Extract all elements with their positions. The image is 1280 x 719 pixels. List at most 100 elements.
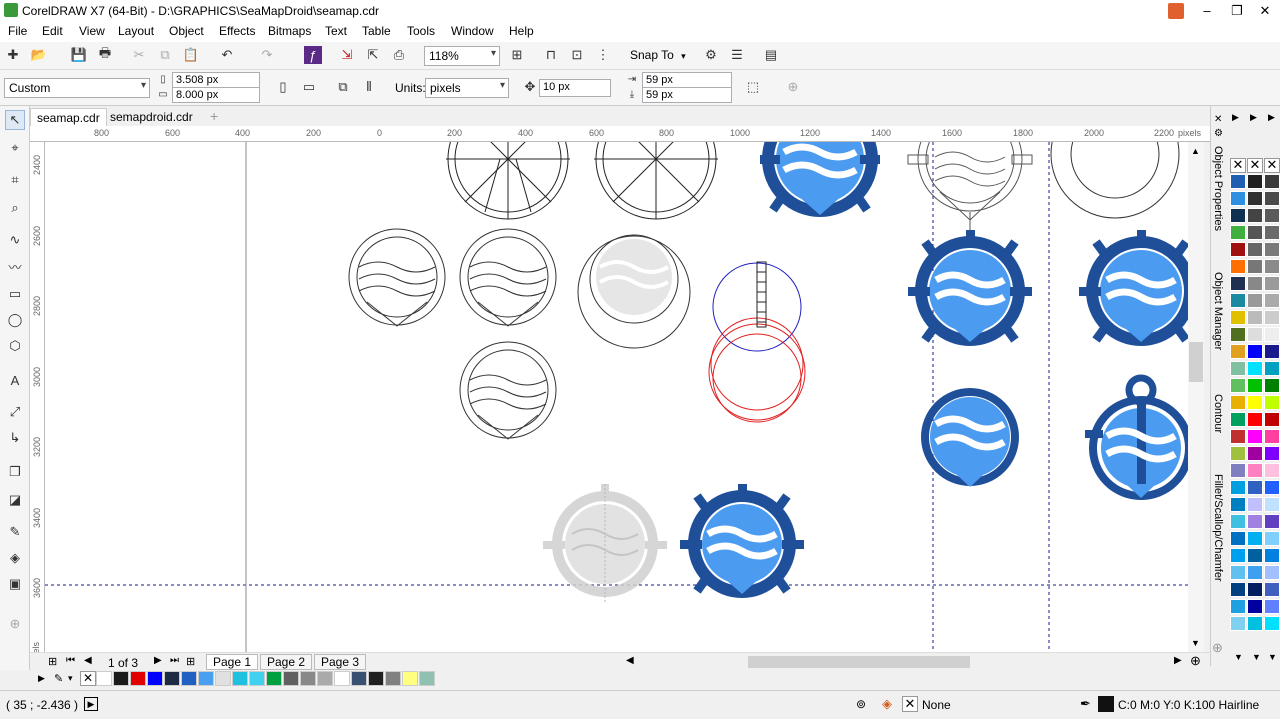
crop-tool-icon[interactable]: ⌗ (5, 170, 25, 190)
no-color-swatch[interactable]: ✕ (1264, 158, 1280, 173)
interactive-fill-icon[interactable]: ◈ (5, 548, 25, 568)
palette-menu-icon[interactable]: ▾ (68, 673, 73, 684)
color-proof-icon[interactable]: ⊚ (856, 697, 866, 711)
palette-swatch[interactable] (1264, 378, 1280, 393)
palette-swatch[interactable] (1247, 344, 1263, 359)
portrait-icon[interactable]: ▯ (274, 78, 292, 96)
landscape-icon[interactable]: ▭ (300, 78, 318, 96)
options-icon[interactable]: ⚙ (702, 46, 720, 64)
palette-swatch[interactable] (1264, 480, 1280, 495)
quick-customize-icon[interactable]: ⊕ (5, 614, 25, 634)
document-palette-swatch[interactable] (198, 671, 214, 686)
eyedropper-icon[interactable]: ✎ (54, 672, 63, 685)
current-page-icon[interactable]: ⫴ (360, 78, 378, 96)
palette-swatch[interactable] (1264, 548, 1280, 563)
play-icon[interactable]: ▶ (84, 697, 98, 711)
palette-swatch[interactable] (1247, 225, 1263, 240)
palette-scroll-right-icon[interactable]: ▶ (1250, 112, 1257, 123)
palette-swatch[interactable] (1264, 616, 1280, 631)
palette-swatch[interactable] (1247, 242, 1263, 257)
sea-icon-outline-3[interactable] (577, 234, 691, 349)
next-page-icon[interactable]: ▶ (154, 655, 162, 666)
palette-swatch[interactable] (1247, 480, 1263, 495)
sea-wheel-logo-2[interactable] (1079, 230, 1188, 346)
page-tab-3[interactable]: Page 3 (314, 654, 367, 670)
page-height-field[interactable]: 8.000 px (172, 87, 260, 103)
menu-help[interactable]: Help (509, 24, 534, 38)
palette-swatch[interactable] (1230, 225, 1246, 240)
align-icon[interactable]: ☰ (728, 46, 746, 64)
tab-seamap[interactable]: seamap.cdr (30, 108, 107, 126)
palette-swatch[interactable] (1247, 616, 1263, 631)
palette-swatch[interactable] (1264, 565, 1280, 580)
palette-swatch[interactable] (1247, 548, 1263, 563)
document-palette-swatch[interactable] (147, 671, 163, 686)
palette-swatch[interactable] (1230, 480, 1246, 495)
vertical-scroll-thumb[interactable] (1189, 342, 1203, 382)
menu-tools[interactable]: Tools (407, 24, 435, 38)
palette-swatch[interactable] (1247, 582, 1263, 597)
palette-swatch[interactable] (1264, 531, 1280, 546)
vertical-scrollbar[interactable]: ▲ ▼ (1188, 142, 1204, 652)
nudge-distance-field[interactable]: 10 px (539, 79, 611, 97)
new-document-icon[interactable]: ✚ (4, 46, 22, 64)
sea-wheel-logo-bottom[interactable] (680, 484, 804, 598)
document-palette-swatch[interactable] (215, 671, 231, 686)
palette-swatch[interactable] (1230, 616, 1246, 631)
new-tab-icon[interactable]: + (210, 108, 218, 124)
palette-swatch[interactable] (1264, 395, 1280, 410)
menu-edit[interactable]: Edit (42, 24, 63, 38)
document-palette-swatch[interactable] (249, 671, 265, 686)
document-palette-swatch[interactable] (283, 671, 299, 686)
palette-swatch[interactable] (1230, 463, 1246, 478)
show-rulers-icon[interactable]: ⊓ (542, 46, 560, 64)
sea-icon-outline-4[interactable] (459, 341, 557, 440)
palette-swatch[interactable] (1264, 208, 1280, 223)
connector-tool-icon[interactable]: ↳ (5, 428, 25, 448)
document-palette-swatch[interactable] (385, 671, 401, 686)
polygon-tool-icon[interactable]: ⬡ (5, 336, 25, 356)
all-pages-icon[interactable]: ⧉ (334, 78, 352, 96)
palette-swatch[interactable] (1247, 191, 1263, 206)
transparency-icon[interactable]: ◪ (5, 490, 25, 510)
palette-swatch[interactable] (1230, 395, 1246, 410)
previous-page-icon[interactable]: ◀ (84, 655, 92, 666)
document-palette-swatch[interactable] (419, 671, 435, 686)
redo-icon[interactable]: ↷ (258, 46, 276, 64)
add-docker-icon[interactable]: ⊕ (1212, 640, 1223, 656)
freehand-tool-icon[interactable]: ∿ (5, 230, 25, 250)
palette-swatch[interactable] (1264, 259, 1280, 274)
menu-view[interactable]: View (79, 24, 105, 38)
user-avatar-icon[interactable] (1168, 3, 1184, 19)
palette-swatch[interactable] (1247, 497, 1263, 512)
menu-text[interactable]: Text (325, 24, 347, 38)
no-color-swatch[interactable]: ✕ (1230, 158, 1246, 173)
circle-outline[interactable] (1050, 142, 1180, 219)
no-color-swatch[interactable]: ✕ (1247, 158, 1263, 173)
palette-swatch[interactable] (1264, 293, 1280, 308)
palette-swatch[interactable] (1230, 565, 1246, 580)
zoom-tool-icon[interactable]: ⌕ (5, 198, 25, 218)
scroll-right-icon[interactable]: ▶ (1174, 655, 1182, 666)
palette-swatch[interactable] (1247, 531, 1263, 546)
palette-swatch[interactable] (1230, 191, 1246, 206)
zoom-combo[interactable]: 118% ▾ (424, 46, 500, 66)
document-palette-swatch[interactable] (351, 671, 367, 686)
page-preset-combo[interactable]: Custom ▾ (4, 78, 150, 98)
palette-swatch[interactable] (1230, 378, 1246, 393)
shape-tool-icon[interactable]: ⌖ (5, 138, 25, 158)
publish-pdf-icon[interactable]: ⎙ (390, 46, 408, 64)
palette-swatch[interactable] (1230, 208, 1246, 223)
sea-icon-outline-1[interactable] (348, 228, 446, 327)
duplicate-distance-y-field[interactable]: 59 px (642, 87, 732, 103)
wheel-outline-1[interactable] (446, 142, 570, 220)
duplicate-distance-x-field[interactable]: 59 px (642, 72, 732, 88)
snap-to-button[interactable]: Snap To ▾ (630, 48, 686, 62)
restore-button[interactable]: ❐ (1222, 0, 1252, 22)
palette-swatch[interactable] (1247, 276, 1263, 291)
palette-swatch[interactable] (1264, 361, 1280, 376)
palette-scroll-right-icon[interactable]: ▶ (1232, 112, 1239, 123)
vertical-ruler[interactable]: 2400 2600 2800 3000 3200 3400 3600 (30, 142, 45, 652)
document-palette-swatch[interactable] (266, 671, 282, 686)
palette-swatch[interactable] (1230, 344, 1246, 359)
